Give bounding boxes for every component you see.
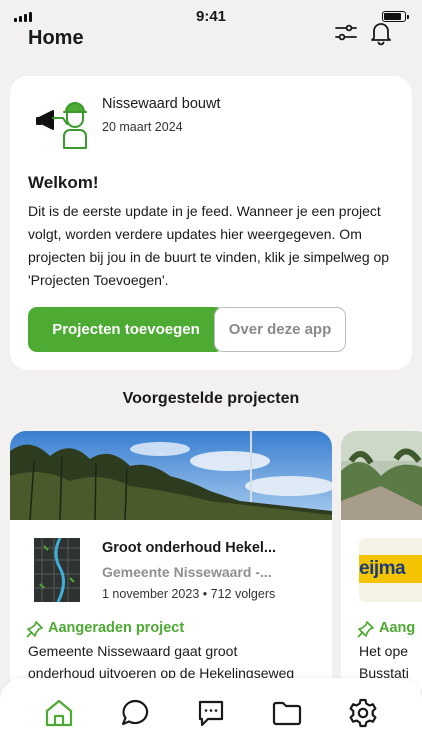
project-card[interactable]: eijma Aang Het ope Busstati — [341, 431, 422, 691]
bell-icon[interactable] — [368, 20, 394, 46]
company-logo: eijma — [359, 538, 422, 602]
megaphone-worker-icon — [36, 98, 92, 150]
welcome-card: Nissewaard bouwt 20 maart 2024 Welkom! D… — [10, 76, 412, 370]
chat-icon[interactable] — [118, 696, 152, 730]
project-description: Het ope — [359, 643, 409, 659]
welcome-body: Dit is de eerste update in je feed. Wann… — [28, 203, 390, 288]
folder-icon[interactable] — [270, 696, 304, 730]
welcome-heading: Welkom! — [28, 173, 99, 192]
project-title: Groot onderhoud Hekel... — [102, 540, 277, 556]
project-description: Gemeente Nissewaard gaat groot — [28, 643, 238, 659]
project-organization: Gemeente Nissewaard -... — [102, 564, 272, 580]
recommended-badge: Aangeraden project — [48, 620, 185, 636]
filter-icon[interactable] — [333, 20, 359, 46]
section-title: Voorgestelde projecten — [122, 390, 300, 407]
company-logo-text: eijma — [359, 558, 406, 579]
add-projects-button[interactable]: Projecten toevoegen — [28, 307, 224, 352]
project-meta: 1 november 2023 • 712 volgers — [102, 587, 276, 601]
home-icon[interactable] — [42, 696, 76, 730]
recommended-badge: Aang — [379, 620, 416, 636]
project-photo — [10, 431, 332, 520]
post-date: 20 maart 2024 — [102, 120, 183, 134]
project-card[interactable]: Groot onderhoud Hekel... Gemeente Nissew… — [10, 431, 332, 691]
bottom-nav — [0, 678, 422, 750]
project-photo — [341, 431, 422, 520]
about-app-button[interactable]: Over deze app — [214, 307, 346, 352]
project-map-thumbnail — [34, 537, 80, 603]
messages-icon[interactable] — [194, 696, 228, 730]
pin-icon — [26, 621, 43, 638]
pin-icon — [357, 621, 374, 638]
page-title: Home — [28, 27, 84, 49]
post-author: Nissewaard bouwt — [102, 96, 221, 112]
settings-icon[interactable] — [346, 696, 380, 730]
